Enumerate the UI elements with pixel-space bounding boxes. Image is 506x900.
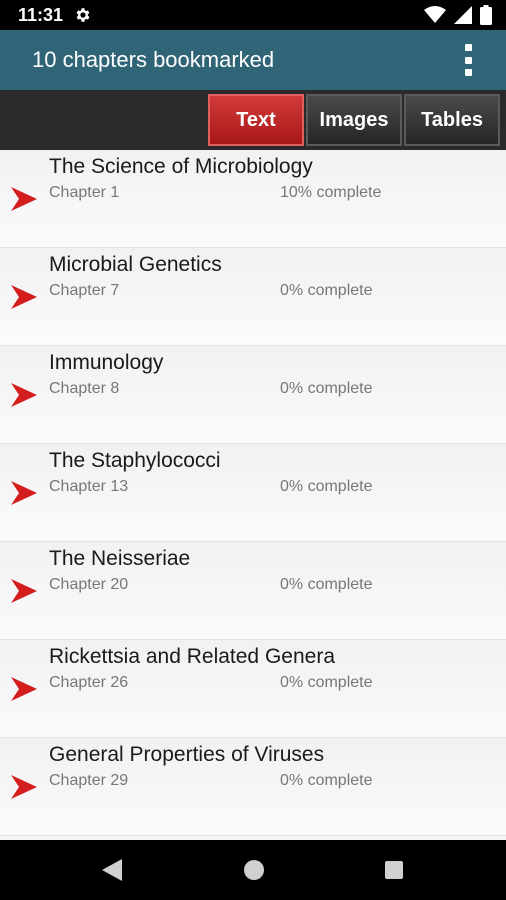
chapter-progress: 0% complete <box>280 576 373 593</box>
red-arrow-icon <box>11 775 37 799</box>
chapter-title: Rickettsia and Related Genera <box>49 645 335 668</box>
overflow-dot <box>464 44 472 51</box>
chapter-number: Chapter 8 <box>49 380 120 397</box>
chapter-number: Chapter 20 <box>49 576 129 593</box>
red-arrow-icon <box>11 187 37 211</box>
chapter-progress: 0% complete <box>280 478 373 495</box>
red-arrow-icon <box>11 579 37 603</box>
chapter-title: Microbial Genetics <box>49 253 222 276</box>
home-circle-icon[interactable] <box>244 860 264 880</box>
battery-icon <box>480 5 492 25</box>
back-triangle-icon[interactable] <box>100 859 124 881</box>
chapter-number: Chapter 29 <box>49 772 129 789</box>
chapter-title: Immunology <box>49 351 164 374</box>
app-title: 10 chapters bookmarked <box>32 47 275 72</box>
red-arrow-icon <box>11 677 37 701</box>
status-time: 11:31 <box>18 5 64 25</box>
chapter-number: Chapter 1 <box>49 184 120 201</box>
wifi-icon <box>424 6 446 23</box>
chapter-title: General Properties of Viruses <box>49 743 325 766</box>
red-arrow-icon <box>11 481 37 505</box>
gear-icon <box>76 8 90 22</box>
tab-text[interactable]: Text <box>208 94 304 146</box>
chapter-title: The Neisseriae <box>49 547 191 570</box>
list-item[interactable]: General Properties of Viruses Chapter 29… <box>0 738 506 836</box>
bookmark-list: The Science of Microbiology Chapter 1 10… <box>0 150 506 840</box>
chapter-number: Chapter 13 <box>49 478 129 495</box>
app-bar: 10 chapters bookmarked <box>0 30 506 90</box>
tab-tables[interactable]: Tables <box>404 94 500 146</box>
chapter-progress: 10% complete <box>280 184 382 201</box>
navigation-bar <box>0 840 506 900</box>
list-item[interactable]: The Neisseriae Chapter 20 0% complete <box>0 542 506 640</box>
chapter-number: Chapter 7 <box>49 282 120 299</box>
chapter-progress: 0% complete <box>280 674 373 691</box>
status-icons <box>424 5 492 25</box>
chapter-progress: 0% complete <box>280 772 373 789</box>
cell-signal-icon <box>454 6 472 24</box>
list-item[interactable]: Rickettsia and Related Genera Chapter 26… <box>0 640 506 738</box>
chapter-progress: 0% complete <box>280 282 373 299</box>
chapter-title: The Science of Microbiology <box>49 155 313 178</box>
status-bar: 11:31 <box>0 0 506 30</box>
list-item[interactable]: The Staphylococci Chapter 13 0% complete <box>0 444 506 542</box>
chapter-progress: 0% complete <box>280 380 373 397</box>
tab-bar: Text Images Tables <box>0 90 506 150</box>
more-vert-icon[interactable] <box>456 42 480 78</box>
overflow-dot <box>464 69 472 76</box>
recents-square-icon[interactable] <box>385 861 403 879</box>
red-arrow-icon <box>11 383 37 407</box>
overflow-dot <box>464 56 472 64</box>
list-item[interactable]: Microbial Genetics Chapter 7 0% complete <box>0 248 506 346</box>
list-item[interactable]: The Science of Microbiology Chapter 1 10… <box>0 150 506 248</box>
chapter-title: The Staphylococci <box>49 449 221 472</box>
tab-images[interactable]: Images <box>306 94 402 146</box>
chapter-number: Chapter 26 <box>49 674 129 691</box>
red-arrow-icon <box>11 285 37 309</box>
list-item[interactable]: Immunology Chapter 8 0% complete <box>0 346 506 444</box>
